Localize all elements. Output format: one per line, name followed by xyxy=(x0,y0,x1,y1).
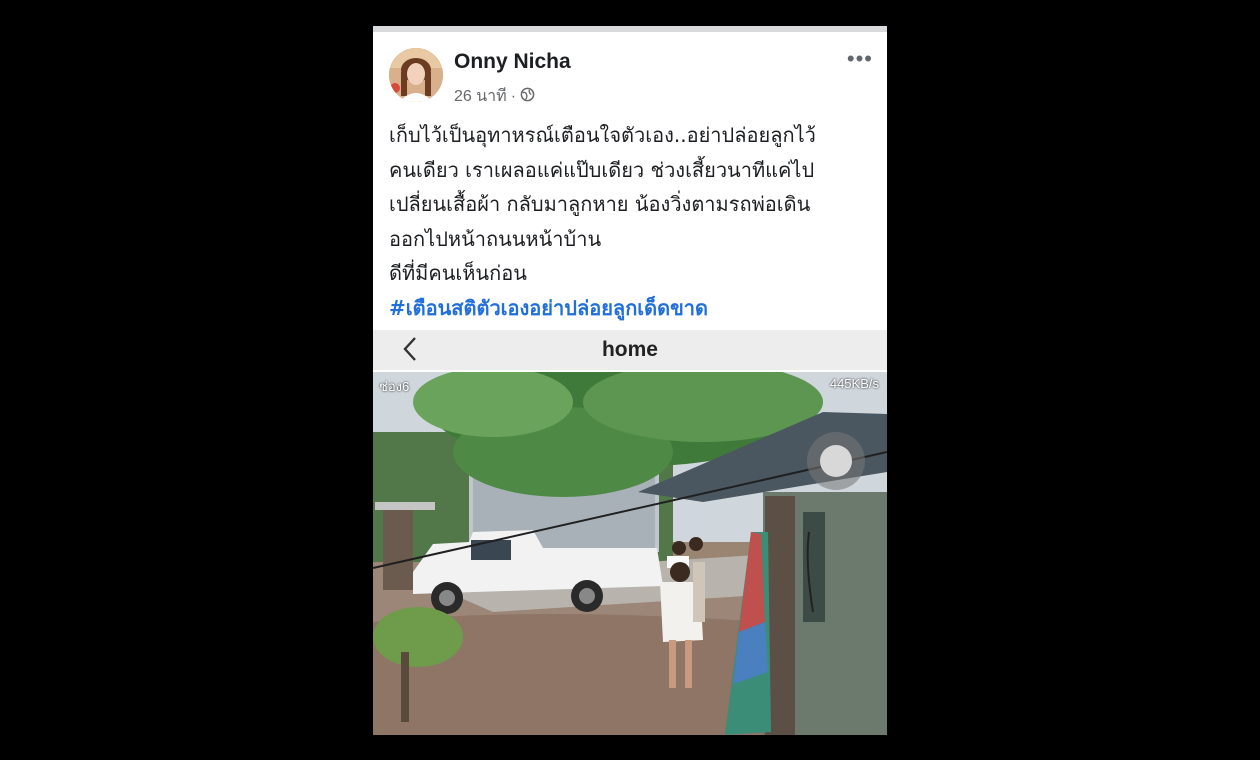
avatar[interactable] xyxy=(389,48,443,102)
camera-channel-label: ช่อง6 xyxy=(379,379,410,394)
phone-screen: Onny Nicha 26 นาที · ••• เก็บไว้เป็นอุทา… xyxy=(373,26,887,735)
post-text-line: ออกไปหน้าถนนหน้าบ้าน xyxy=(389,226,602,251)
hashtag-link[interactable]: #เตือนสติตัวเองอย่าปล่อยลูกเด็ดขาด xyxy=(389,291,879,326)
bitrate-label: 445KB/s xyxy=(829,376,879,391)
camera-title: home xyxy=(601,338,658,361)
cctv-video-feed[interactable]: ช่อง6 445KB/s xyxy=(373,372,887,735)
ptz-joystick-control[interactable] xyxy=(807,432,865,490)
camera-app-header: home xyxy=(373,330,887,370)
post-meta: 26 นาที · xyxy=(454,84,535,109)
post-author[interactable]: Onny Nicha xyxy=(454,50,571,74)
post-time[interactable]: 26 นาที xyxy=(454,84,507,109)
status-bar xyxy=(373,26,887,32)
post-text-line: คนเดียว เราเผลอแค่แป๊บเดียว ช่วงเสี้ยวนา… xyxy=(389,157,815,182)
post-text-line: ดีที่มีคนเห็นก่อน xyxy=(389,261,527,285)
post-text-line: เก็บไว้เป็นอุทาหรณ์เตือนใจตัวเอง..อย่าปล… xyxy=(389,123,816,147)
more-horizontal-icon[interactable]: ••• xyxy=(847,46,873,72)
separator-dot: · xyxy=(510,87,517,105)
globe-icon xyxy=(520,87,535,107)
post-text-line: เปลี่ยนเสื้อผ้า กลับมาลูกหาย น้องวิ่งตาม… xyxy=(389,192,811,216)
post-body: เก็บไว้เป็นอุทาหรณ์เตือนใจตัวเอง..อย่าปล… xyxy=(389,118,879,325)
